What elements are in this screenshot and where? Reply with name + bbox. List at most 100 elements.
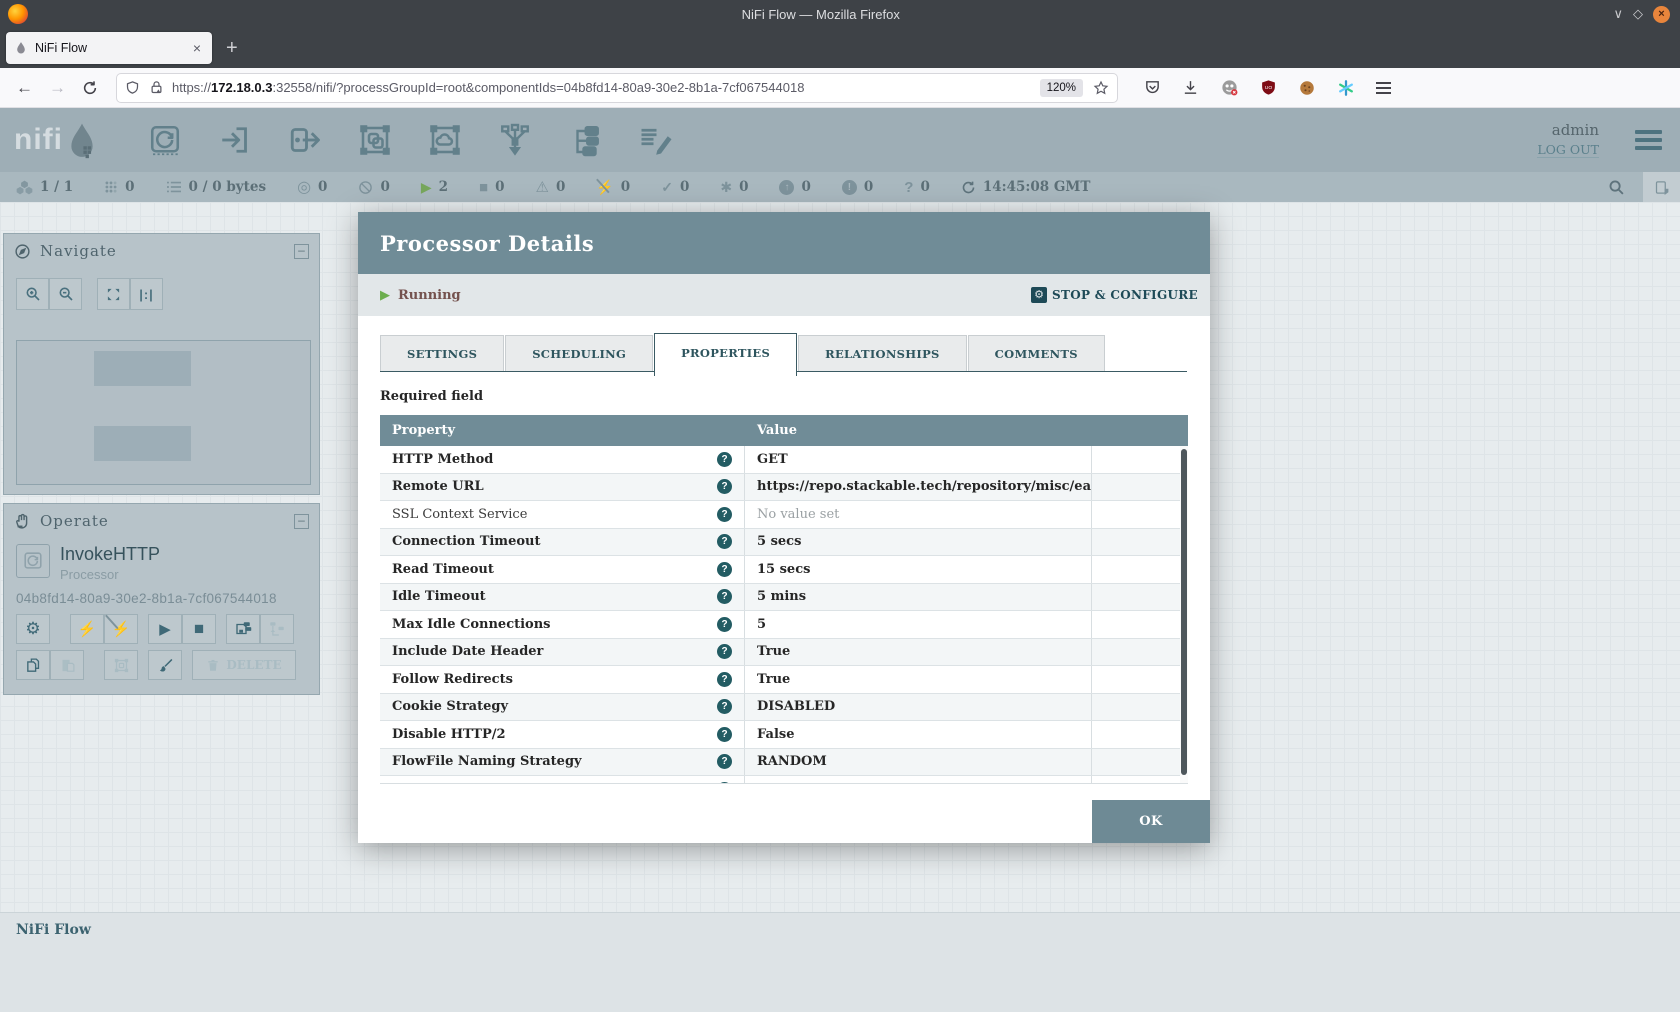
help-icon[interactable]: ? xyxy=(717,534,732,549)
property-value: 5 secs xyxy=(745,529,1092,556)
birdseye-processor-2 xyxy=(94,426,191,461)
table-scrollbar[interactable] xyxy=(1180,446,1188,783)
reload-icon[interactable] xyxy=(82,80,98,96)
help-icon[interactable]: ? xyxy=(717,672,732,687)
help-icon[interactable]: ? xyxy=(717,507,732,522)
refresh-icon[interactable] xyxy=(961,180,976,195)
template-component-icon[interactable] xyxy=(567,122,603,158)
download-icon[interactable] xyxy=(1182,79,1199,96)
search-icon[interactable] xyxy=(1608,179,1625,196)
navigate-title: Navigate xyxy=(40,242,117,260)
group-button[interactable] xyxy=(104,650,138,680)
property-extra-cell xyxy=(1092,611,1188,638)
paste-button[interactable] xyxy=(50,650,84,680)
process-group-component-icon[interactable] xyxy=(357,122,393,158)
help-icon[interactable]: ? xyxy=(717,452,732,467)
help-icon[interactable]: ? xyxy=(717,479,732,494)
change-color-button[interactable] xyxy=(148,650,182,680)
save-flow-version-button[interactable] xyxy=(226,614,260,644)
selected-component-name: InvokeHTTP xyxy=(60,544,160,565)
help-icon[interactable]: ? xyxy=(717,782,732,784)
help-icon[interactable]: ? xyxy=(717,617,732,632)
label-component-icon[interactable] xyxy=(637,122,673,158)
tab-properties[interactable]: PROPERTIES xyxy=(654,333,797,376)
output-port-component-icon[interactable] xyxy=(287,122,323,158)
tab-close-icon[interactable]: × xyxy=(190,40,204,56)
processor-component-icon[interactable] xyxy=(147,122,183,158)
close-icon[interactable]: × xyxy=(1653,6,1670,23)
minimize-icon[interactable]: ∨ xyxy=(1613,6,1623,22)
threads-count: 0 xyxy=(125,179,134,195)
start-button[interactable]: ▶ xyxy=(148,614,182,644)
stop-button[interactable]: ■ xyxy=(182,614,216,644)
ok-button[interactable]: OK xyxy=(1092,800,1210,843)
back-icon[interactable]: ← xyxy=(16,78,33,98)
browser-menu-icon[interactable] xyxy=(1376,79,1391,97)
disable-button[interactable]: ⚡ xyxy=(104,614,138,644)
property-extra-cell xyxy=(1092,776,1188,784)
zoom-out-button[interactable] xyxy=(49,278,82,310)
url-text[interactable]: https://172.18.0.3:32558/nifi/?processGr… xyxy=(172,80,1040,95)
component-toolbar xyxy=(147,122,673,158)
zoom-actual-button[interactable]: |:| xyxy=(130,278,163,310)
collapse-navigate-icon[interactable]: – xyxy=(294,244,309,259)
maximize-icon[interactable]: ◇ xyxy=(1633,6,1643,22)
help-icon[interactable]: ? xyxy=(717,754,732,769)
property-value: GET xyxy=(745,446,1092,473)
bulletin-panel-toggle[interactable] xyxy=(1643,172,1680,202)
property-name: Read Timeout? xyxy=(380,556,745,583)
shield-icon[interactable] xyxy=(125,80,140,95)
pocket-icon[interactable] xyxy=(1144,79,1161,96)
property-name: SSL Context Service? xyxy=(380,501,745,528)
multi-account-mask-icon[interactable] xyxy=(1220,78,1239,97)
property-row: FlowFile Naming Strategy?RANDOM xyxy=(380,749,1188,777)
cookie-icon[interactable] xyxy=(1298,79,1316,97)
global-menu-icon[interactable] xyxy=(1635,126,1662,154)
lock-warning-icon[interactable] xyxy=(149,80,164,95)
tab-relationships[interactable]: RELATIONSHIPS xyxy=(798,335,967,371)
property-row: Connection Timeout?5 secs xyxy=(380,529,1188,557)
stop-and-configure-button[interactable]: ⚙ STOP & CONFIGURE xyxy=(1031,287,1198,303)
bookmark-star-icon[interactable] xyxy=(1093,80,1109,96)
scrollbar-thumb[interactable] xyxy=(1181,449,1187,775)
delete-button[interactable]: DELETE xyxy=(192,650,296,680)
birdseye-map[interactable] xyxy=(16,340,311,485)
revert-version-button[interactable] xyxy=(260,614,294,644)
zoom-level-badge[interactable]: 120% xyxy=(1040,79,1083,97)
zoom-in-button[interactable] xyxy=(16,278,49,310)
remote-process-group-component-icon[interactable] xyxy=(427,122,463,158)
url-field[interactable]: https://172.18.0.3:32558/nifi/?processGr… xyxy=(116,73,1118,103)
ublock-shield-icon[interactable]: UO xyxy=(1260,79,1277,96)
breadcrumb[interactable]: NiFi Flow xyxy=(0,913,1680,938)
zoom-fit-button[interactable] xyxy=(97,278,130,310)
tab-comments[interactable]: COMMENTS xyxy=(968,335,1105,371)
tab-scheduling[interactable]: SCHEDULING xyxy=(505,335,653,371)
property-value: 5 xyxy=(745,611,1092,638)
collapse-operate-icon[interactable]: – xyxy=(294,514,309,529)
help-icon[interactable]: ? xyxy=(717,644,732,659)
property-name: Include Date Header? xyxy=(380,639,745,666)
enable-button[interactable]: ⚡ xyxy=(70,614,104,644)
help-icon[interactable]: ? xyxy=(717,699,732,714)
input-port-component-icon[interactable] xyxy=(217,122,253,158)
extension-asterisk-icon[interactable] xyxy=(1337,79,1355,97)
funnel-component-icon[interactable] xyxy=(497,122,533,158)
help-icon[interactable]: ? xyxy=(717,562,732,577)
forward-icon[interactable]: → xyxy=(49,78,66,98)
logout-link[interactable]: LOG OUT xyxy=(1537,142,1599,158)
configure-button[interactable]: ⚙ xyxy=(16,614,50,644)
copy-button[interactable] xyxy=(16,650,50,680)
browser-tab[interactable]: NiFi Flow × xyxy=(6,32,212,64)
not-transmitting-icon xyxy=(358,180,373,195)
new-tab-button[interactable]: + xyxy=(226,37,238,60)
locally-modified-count: 0 xyxy=(739,179,748,195)
help-icon[interactable]: ? xyxy=(717,727,732,742)
dialog-title: Processor Details xyxy=(380,231,594,256)
property-value: 5 mins xyxy=(745,584,1092,611)
sync-failure-count: 0 xyxy=(920,179,929,195)
up-to-date-icon: ✓ xyxy=(661,179,673,196)
property-value: 15 secs xyxy=(745,556,1092,583)
tab-settings[interactable]: SETTINGS xyxy=(380,335,504,371)
help-icon[interactable]: ? xyxy=(717,589,732,604)
sync-failure-icon: ? xyxy=(904,179,913,196)
